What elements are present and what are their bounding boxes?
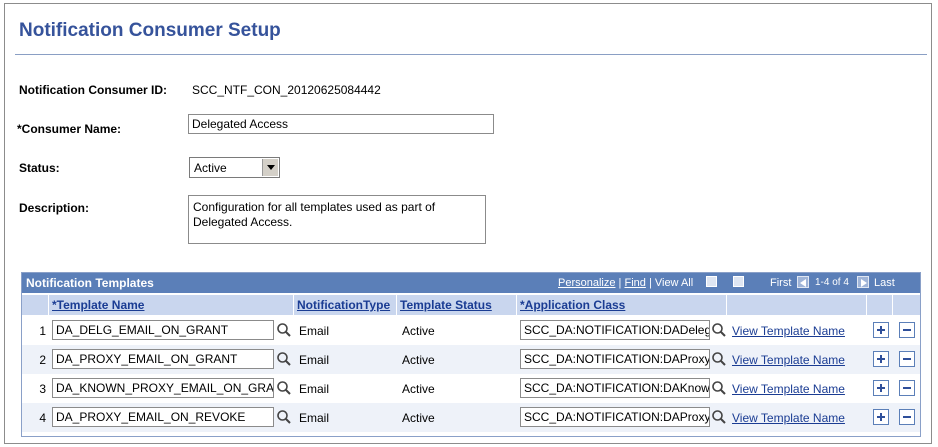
template-name-input[interactable]: DA_DELG_EMAIL_ON_GRANT [52, 320, 274, 340]
description-textarea[interactable]: Configuration for all templates used as … [188, 195, 486, 244]
view-template-name-link[interactable]: View Template Name [732, 324, 845, 338]
notification-type: Email [299, 353, 330, 367]
last-label: Last [874, 277, 895, 289]
view-all-link[interactable]: View All [655, 277, 693, 289]
minus-icon[interactable] [899, 380, 915, 396]
application-class-input[interactable]: SCC_DA:NOTIFICATION:DAKnow [520, 378, 710, 398]
grid-download-icon[interactable] [733, 276, 744, 287]
application-class-input[interactable]: SCC_DA:NOTIFICATION:DADeleg [520, 320, 710, 340]
plus-icon[interactable] [873, 322, 889, 338]
row-number: 3 [39, 382, 46, 396]
chevron-down-icon[interactable] [262, 159, 278, 176]
template-name-input[interactable]: DA_PROXY_EMAIL_ON_GRANT [52, 349, 274, 369]
application-class-input[interactable]: SCC_DA:NOTIFICATION:DAProxy [520, 407, 710, 427]
zoom-icon[interactable] [706, 276, 717, 287]
column-header-template-status[interactable]: Template Status [397, 295, 517, 315]
magnifier-icon[interactable] [276, 380, 292, 396]
template-status: Active [402, 382, 435, 396]
description-line-2: Delegated Access. [193, 215, 293, 229]
column-header-delete [893, 295, 920, 315]
column-header-notification-type[interactable]: NotificationType [294, 295, 397, 315]
plus-icon[interactable] [873, 409, 889, 425]
column-label: *Template Name [52, 298, 145, 312]
template-status: Active [402, 411, 435, 425]
notification-type: Email [299, 324, 330, 338]
title-divider [15, 54, 927, 55]
magnifier-icon[interactable] [276, 322, 292, 338]
description-label: Description: [19, 201, 90, 215]
column-label: *Application Class [520, 298, 626, 312]
table-row: 1 DA_DELG_EMAIL_ON_GRANT Email Active SC… [22, 316, 920, 345]
view-template-name-link[interactable]: View Template Name [732, 411, 845, 425]
column-header-template-name[interactable]: *Template Name [49, 295, 294, 315]
description-line-1: Configuration for all templates used as … [193, 200, 436, 214]
minus-icon[interactable] [899, 351, 915, 367]
page-title: Notification Consumer Setup [19, 20, 281, 41]
notification-templates-grid: Notification Templates Personalize | Fin… [21, 272, 921, 437]
personalize-link[interactable]: Personalize [558, 277, 615, 289]
consumer-name-input[interactable]: Delegated Access [188, 114, 494, 134]
first-label: First [770, 277, 792, 289]
nav-separator: | [648, 277, 652, 289]
notification-type: Email [299, 411, 330, 425]
status-label: Status: [19, 161, 60, 175]
template-name-input[interactable]: DA_KNOWN_PROXY_EMAIL_ON_GRA [52, 378, 274, 398]
template-status: Active [402, 353, 435, 367]
consumer-id-value: SCC_NTF_CON_20120625084442 [192, 83, 381, 97]
column-header-add [867, 295, 893, 315]
column-header-rownum [22, 295, 49, 315]
column-label: NotificationType [297, 298, 391, 312]
minus-icon[interactable] [899, 409, 915, 425]
magnifier-icon[interactable] [276, 351, 292, 367]
find-link[interactable]: Find [624, 277, 645, 289]
view-template-name-link[interactable]: View Template Name [732, 382, 845, 396]
column-label: Template Status [400, 298, 492, 312]
status-select[interactable]: Active [189, 157, 280, 178]
grid-nav-links: Personalize | Find | View All [558, 277, 693, 289]
range-label: 1-4 of 4 [815, 277, 849, 288]
column-header-link [727, 295, 867, 315]
status-selected-value: Active [194, 161, 227, 175]
grid-title: Notification Templates [26, 276, 154, 290]
magnifier-icon[interactable] [711, 409, 727, 425]
row-number: 2 [39, 353, 46, 367]
magnifier-icon[interactable] [711, 380, 727, 396]
notification-type: Email [299, 382, 330, 396]
table-row: 4 DA_PROXY_EMAIL_ON_REVOKE Email Active … [22, 403, 920, 432]
template-name-input[interactable]: DA_PROXY_EMAIL_ON_REVOKE [52, 407, 274, 427]
application-class-input[interactable]: SCC_DA:NOTIFICATION:DAProxy [520, 349, 710, 369]
page-frame: Notification Consumer Setup Notification… [4, 3, 932, 444]
view-template-name-link[interactable]: View Template Name [732, 353, 845, 367]
magnifier-icon[interactable] [711, 351, 727, 367]
minus-icon[interactable] [899, 322, 915, 338]
next-arrow-icon[interactable] [857, 276, 869, 288]
magnifier-icon[interactable] [711, 322, 727, 338]
consumer-name-label: *Consumer Name: [17, 122, 122, 136]
table-row: 2 DA_PROXY_EMAIL_ON_GRANT Email Active S… [22, 345, 920, 374]
row-number: 4 [39, 411, 46, 425]
previous-arrow-icon[interactable] [797, 276, 809, 288]
plus-icon[interactable] [873, 380, 889, 396]
grid-header-bar: Notification Templates Personalize | Fin… [22, 273, 920, 293]
column-header-application-class[interactable]: *Application Class [517, 295, 727, 315]
consumer-id-label: Notification Consumer ID: [19, 83, 168, 97]
row-number: 1 [39, 324, 46, 338]
table-row: 3 DA_KNOWN_PROXY_EMAIL_ON_GRA Email Acti… [22, 374, 920, 403]
nav-separator: | [618, 277, 622, 289]
magnifier-icon[interactable] [276, 409, 292, 425]
plus-icon[interactable] [873, 351, 889, 367]
template-status: Active [402, 324, 435, 338]
